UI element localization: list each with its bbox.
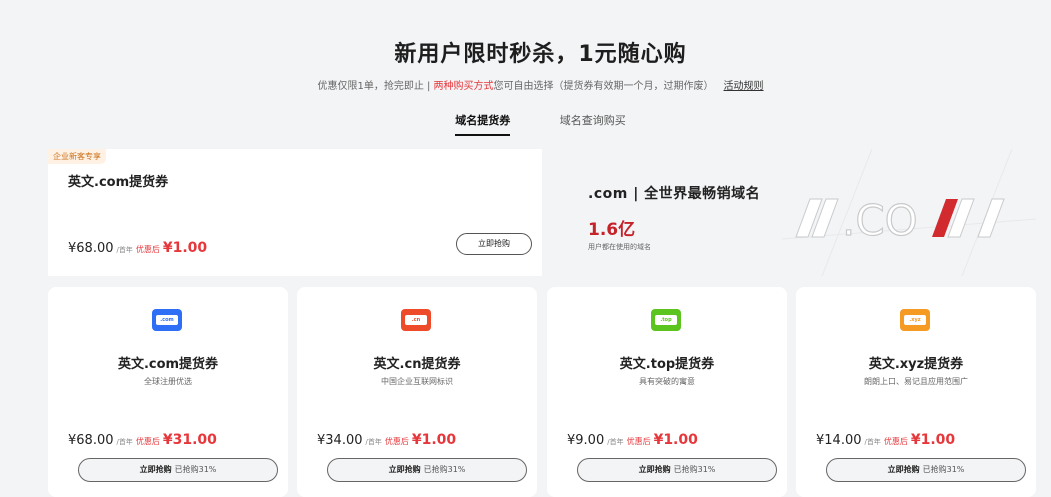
buy-button[interactable]: 立即抢购 已抢购31% <box>826 458 1026 482</box>
discount-label: 优惠后 <box>135 437 160 446</box>
price-unit: /首年 <box>116 438 133 446</box>
card-desc: 朗朗上口、易记且应用范围广 <box>864 377 968 386</box>
com-ticket-icon: .com <box>152 309 182 331</box>
sold-progress: 已抢购31% <box>174 465 217 474</box>
sold-progress: 已抢购31% <box>922 465 965 474</box>
subtitle-prefix: 优惠仅限1单，抢完即止 | <box>317 81 434 92</box>
card-desc: 全球注册优选 <box>144 377 192 386</box>
discount-label: 优惠后 <box>135 245 160 254</box>
banner-caption: 用户都在使用的域名 <box>588 243 651 251</box>
buy-label: 立即抢购 <box>388 465 421 474</box>
featured-title: 英文.com提货券 <box>68 175 169 190</box>
buy-label: 立即抢购 <box>887 465 920 474</box>
banner-title: .com | 全世界最畅销域名 <box>588 186 761 202</box>
original-price: ¥34.00 <box>317 433 363 448</box>
discount-price: ¥31.00 <box>162 432 217 448</box>
buy-button[interactable]: 立即抢购 已抢购31% <box>577 458 777 482</box>
sold-progress: 已抢购31% <box>673 465 716 474</box>
tab-bar: 域名提货券 域名查询购买 <box>38 112 1043 136</box>
card-price: ¥34.00/首年 优惠后 ¥1.00 <box>317 432 456 448</box>
subtitle-suffix: 您可自由选择（提货券有效期一个月，过期作废） <box>493 81 714 92</box>
icon-label: .top <box>655 315 677 325</box>
card-price: ¥68.00/首年 优惠后 ¥31.00 <box>68 432 217 448</box>
buy-label: 立即抢购 <box>638 465 671 474</box>
top-ticket-icon: .top <box>651 309 681 331</box>
voucher-card-top: .top 英文.top提货券 具有突破的寓意 ¥9.00/首年 优惠后 ¥1.00 … <box>547 287 787 497</box>
featured-price: ¥68.00/首年 优惠后 ¥1.00 <box>68 240 207 256</box>
sold-progress: 已抢购31% <box>423 465 466 474</box>
discount-label: 优惠后 <box>384 437 409 446</box>
card-desc: 具有突破的寓意 <box>639 377 695 386</box>
subtitle-highlight: 两种购买方式 <box>433 81 494 92</box>
cn-ticket-icon: .cn <box>401 309 431 331</box>
price-unit: /首年 <box>116 246 133 254</box>
xyz-ticket-icon: .xyz <box>900 309 930 331</box>
voucher-card-cn: .cn 英文.cn提货券 中国企业互联网标识 ¥34.00/首年 优惠后 ¥1.00… <box>297 287 537 497</box>
icon-label: .xyz <box>904 315 926 325</box>
promo-section: 新用户限时秒杀，1元随心购 优惠仅限1单，抢完即止 | 两种购买方式您可自由选择… <box>38 10 1043 497</box>
card-title: 英文.cn提货券 <box>373 357 461 372</box>
original-price: ¥9.00 <box>567 433 605 448</box>
discount-label: 优惠后 <box>626 437 651 446</box>
com-banner: .com | 全世界最畅销域名 1.6亿 用户都在使用的域名 .CO <box>542 149 1036 276</box>
card-desc: 中国企业互联网标识 <box>381 377 453 386</box>
discount-price: ¥1.00 <box>162 240 208 256</box>
card-title: 英文.xyz提货券 <box>868 357 964 372</box>
featured-card: 企业新客专享 英文.com提货券 ¥68.00/首年 优惠后 ¥1.00 立即抢购 <box>48 149 542 276</box>
enterprise-badge: 企业新客专享 <box>48 149 106 164</box>
price-unit: /首年 <box>607 438 624 446</box>
tab-domain-voucher[interactable]: 域名提货券 <box>455 112 511 136</box>
discount-price: ¥1.00 <box>653 432 698 448</box>
original-price: ¥68.00 <box>68 433 114 448</box>
rules-link[interactable]: 活动规则 <box>724 81 764 92</box>
discount-price: ¥1.00 <box>411 432 457 448</box>
buy-button[interactable]: 立即抢购 已抢购31% <box>78 458 278 482</box>
original-price: ¥14.00 <box>816 433 862 448</box>
buy-button[interactable]: 立即抢购 已抢购31% <box>327 458 527 482</box>
card-price: ¥9.00/首年 优惠后 ¥1.00 <box>567 432 698 448</box>
featured-buy-button[interactable]: 立即抢购 <box>456 233 532 255</box>
icon-label: .cn <box>405 315 427 325</box>
tab-domain-search[interactable]: 域名查询购买 <box>560 112 626 134</box>
discount-label: 优惠后 <box>883 437 908 446</box>
com-logo-art: .CO <box>782 149 1036 276</box>
banner-number: 1.6亿 <box>588 220 636 240</box>
page-title: 新用户限时秒杀，1元随心购 <box>394 42 687 67</box>
price-unit: /首年 <box>864 438 881 446</box>
voucher-card-com: .com 英文.com提货券 全球注册优选 ¥68.00/首年 优惠后 ¥31.00… <box>48 287 288 497</box>
promo-subtitle: 优惠仅限1单，抢完即止 | 两种购买方式您可自由选择（提货券有效期一个月，过期作… <box>38 77 1043 92</box>
svg-text:.CO: .CO <box>842 196 918 245</box>
voucher-card-xyz: .xyz 英文.xyz提货券 朗朗上口、易记且应用范围广 ¥14.00/首年 优惠… <box>796 287 1036 497</box>
buy-label: 立即抢购 <box>139 465 172 474</box>
icon-label: .com <box>156 315 178 325</box>
card-title: 英文.top提货券 <box>619 357 715 372</box>
card-title: 英文.com提货券 <box>117 357 219 372</box>
card-price: ¥14.00/首年 优惠后 ¥1.00 <box>816 432 955 448</box>
discount-price: ¥1.00 <box>910 432 956 448</box>
price-unit: /首年 <box>365 438 382 446</box>
original-price: ¥68.00 <box>68 241 114 256</box>
